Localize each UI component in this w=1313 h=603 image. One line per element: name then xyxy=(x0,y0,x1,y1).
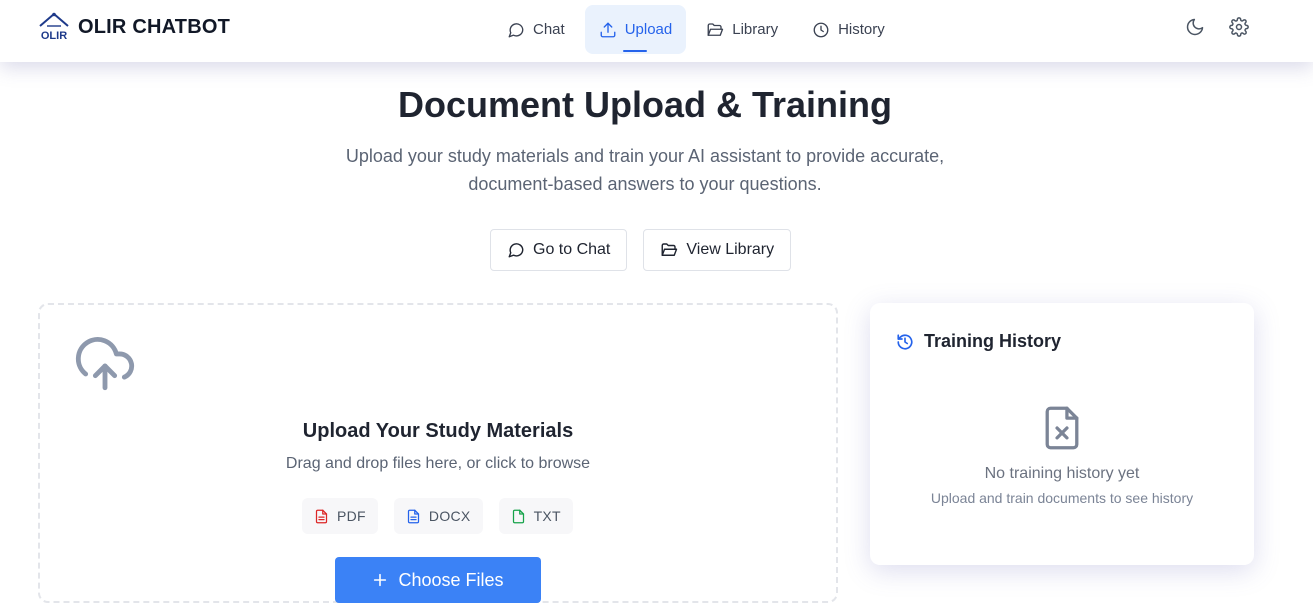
view-library-button[interactable]: View Library xyxy=(643,229,792,271)
supported-file-types: PDF DOCX TXT xyxy=(302,498,573,534)
header-actions xyxy=(1185,17,1249,37)
upload-subtitle: Drag and drop files here, or click to br… xyxy=(285,455,591,472)
top-navigation-bar: OLIR OLIR CHATBOT Chat Upload Library Hi… xyxy=(0,0,1313,62)
nav-tab-history[interactable]: History xyxy=(798,5,899,54)
gear-icon[interactable] xyxy=(1229,17,1249,37)
olir-logo: OLIR xyxy=(39,12,69,42)
nav-tab-label: Chat xyxy=(533,21,565,38)
page-title: Document Upload & Training xyxy=(397,84,892,125)
button-label: View Library xyxy=(686,241,775,258)
nav-tab-label: Library xyxy=(732,21,779,38)
training-history-card: Training History No training history yet… xyxy=(870,303,1254,565)
file-dropzone[interactable]: Upload Your Study Materials Drag and dro… xyxy=(38,303,838,603)
nav-tab-label: Upload xyxy=(624,21,673,38)
empty-state-subtitle: Upload and train documents to see histor… xyxy=(930,490,1194,506)
file-x-icon xyxy=(1045,406,1079,450)
file-text-icon xyxy=(315,509,328,523)
file-type-label: TXT xyxy=(533,508,561,524)
message-circle-icon xyxy=(508,22,524,37)
file-type-pdf: PDF xyxy=(302,498,378,534)
folder-open-icon xyxy=(661,243,678,256)
file-type-label: PDF xyxy=(337,508,366,524)
logo-text: OLIR xyxy=(41,30,67,42)
hero-actions: Go to Chat View Library xyxy=(490,229,792,271)
nav-tab-chat[interactable]: Chat xyxy=(493,5,579,54)
brand[interactable]: OLIR OLIR CHATBOT xyxy=(38,12,230,42)
file-type-docx: DOCX xyxy=(393,498,483,534)
upload-title: Upload Your Study Materials xyxy=(302,420,574,442)
file-text-icon xyxy=(407,509,420,523)
upload-icon xyxy=(600,22,616,37)
nav-tab-upload[interactable]: Upload xyxy=(584,5,687,54)
folder-open-icon xyxy=(707,22,724,36)
brand-name: OLIR CHATBOT xyxy=(78,15,231,38)
main-nav: Chat Upload Library History xyxy=(493,5,899,54)
button-label: Go to Chat xyxy=(533,241,611,258)
file-icon xyxy=(512,509,524,523)
history-icon xyxy=(897,333,913,350)
training-history-header: Training History xyxy=(896,331,1061,352)
file-type-label: DOCX xyxy=(428,508,471,524)
subtitle-line: document-based answers to your questions… xyxy=(468,174,822,194)
empty-state-title: No training history yet xyxy=(984,465,1140,482)
clock-icon xyxy=(813,22,829,37)
go-to-chat-button[interactable]: Go to Chat xyxy=(490,229,628,271)
button-label: Choose Files xyxy=(398,569,504,590)
nav-tab-library[interactable]: Library xyxy=(692,5,792,54)
plus-icon xyxy=(374,573,387,587)
nav-tab-label: History xyxy=(838,21,885,38)
training-history-title: Training History xyxy=(924,331,1062,351)
page-subtitle: Upload your study materials and train yo… xyxy=(300,142,990,198)
moon-icon[interactable] xyxy=(1185,17,1205,37)
subtitle-line: Upload your study materials and train yo… xyxy=(345,146,945,166)
message-circle-icon xyxy=(508,243,524,258)
choose-files-button[interactable]: Choose Files xyxy=(335,557,541,603)
file-type-txt: TXT xyxy=(498,498,573,534)
cloud-upload-icon xyxy=(75,337,135,391)
